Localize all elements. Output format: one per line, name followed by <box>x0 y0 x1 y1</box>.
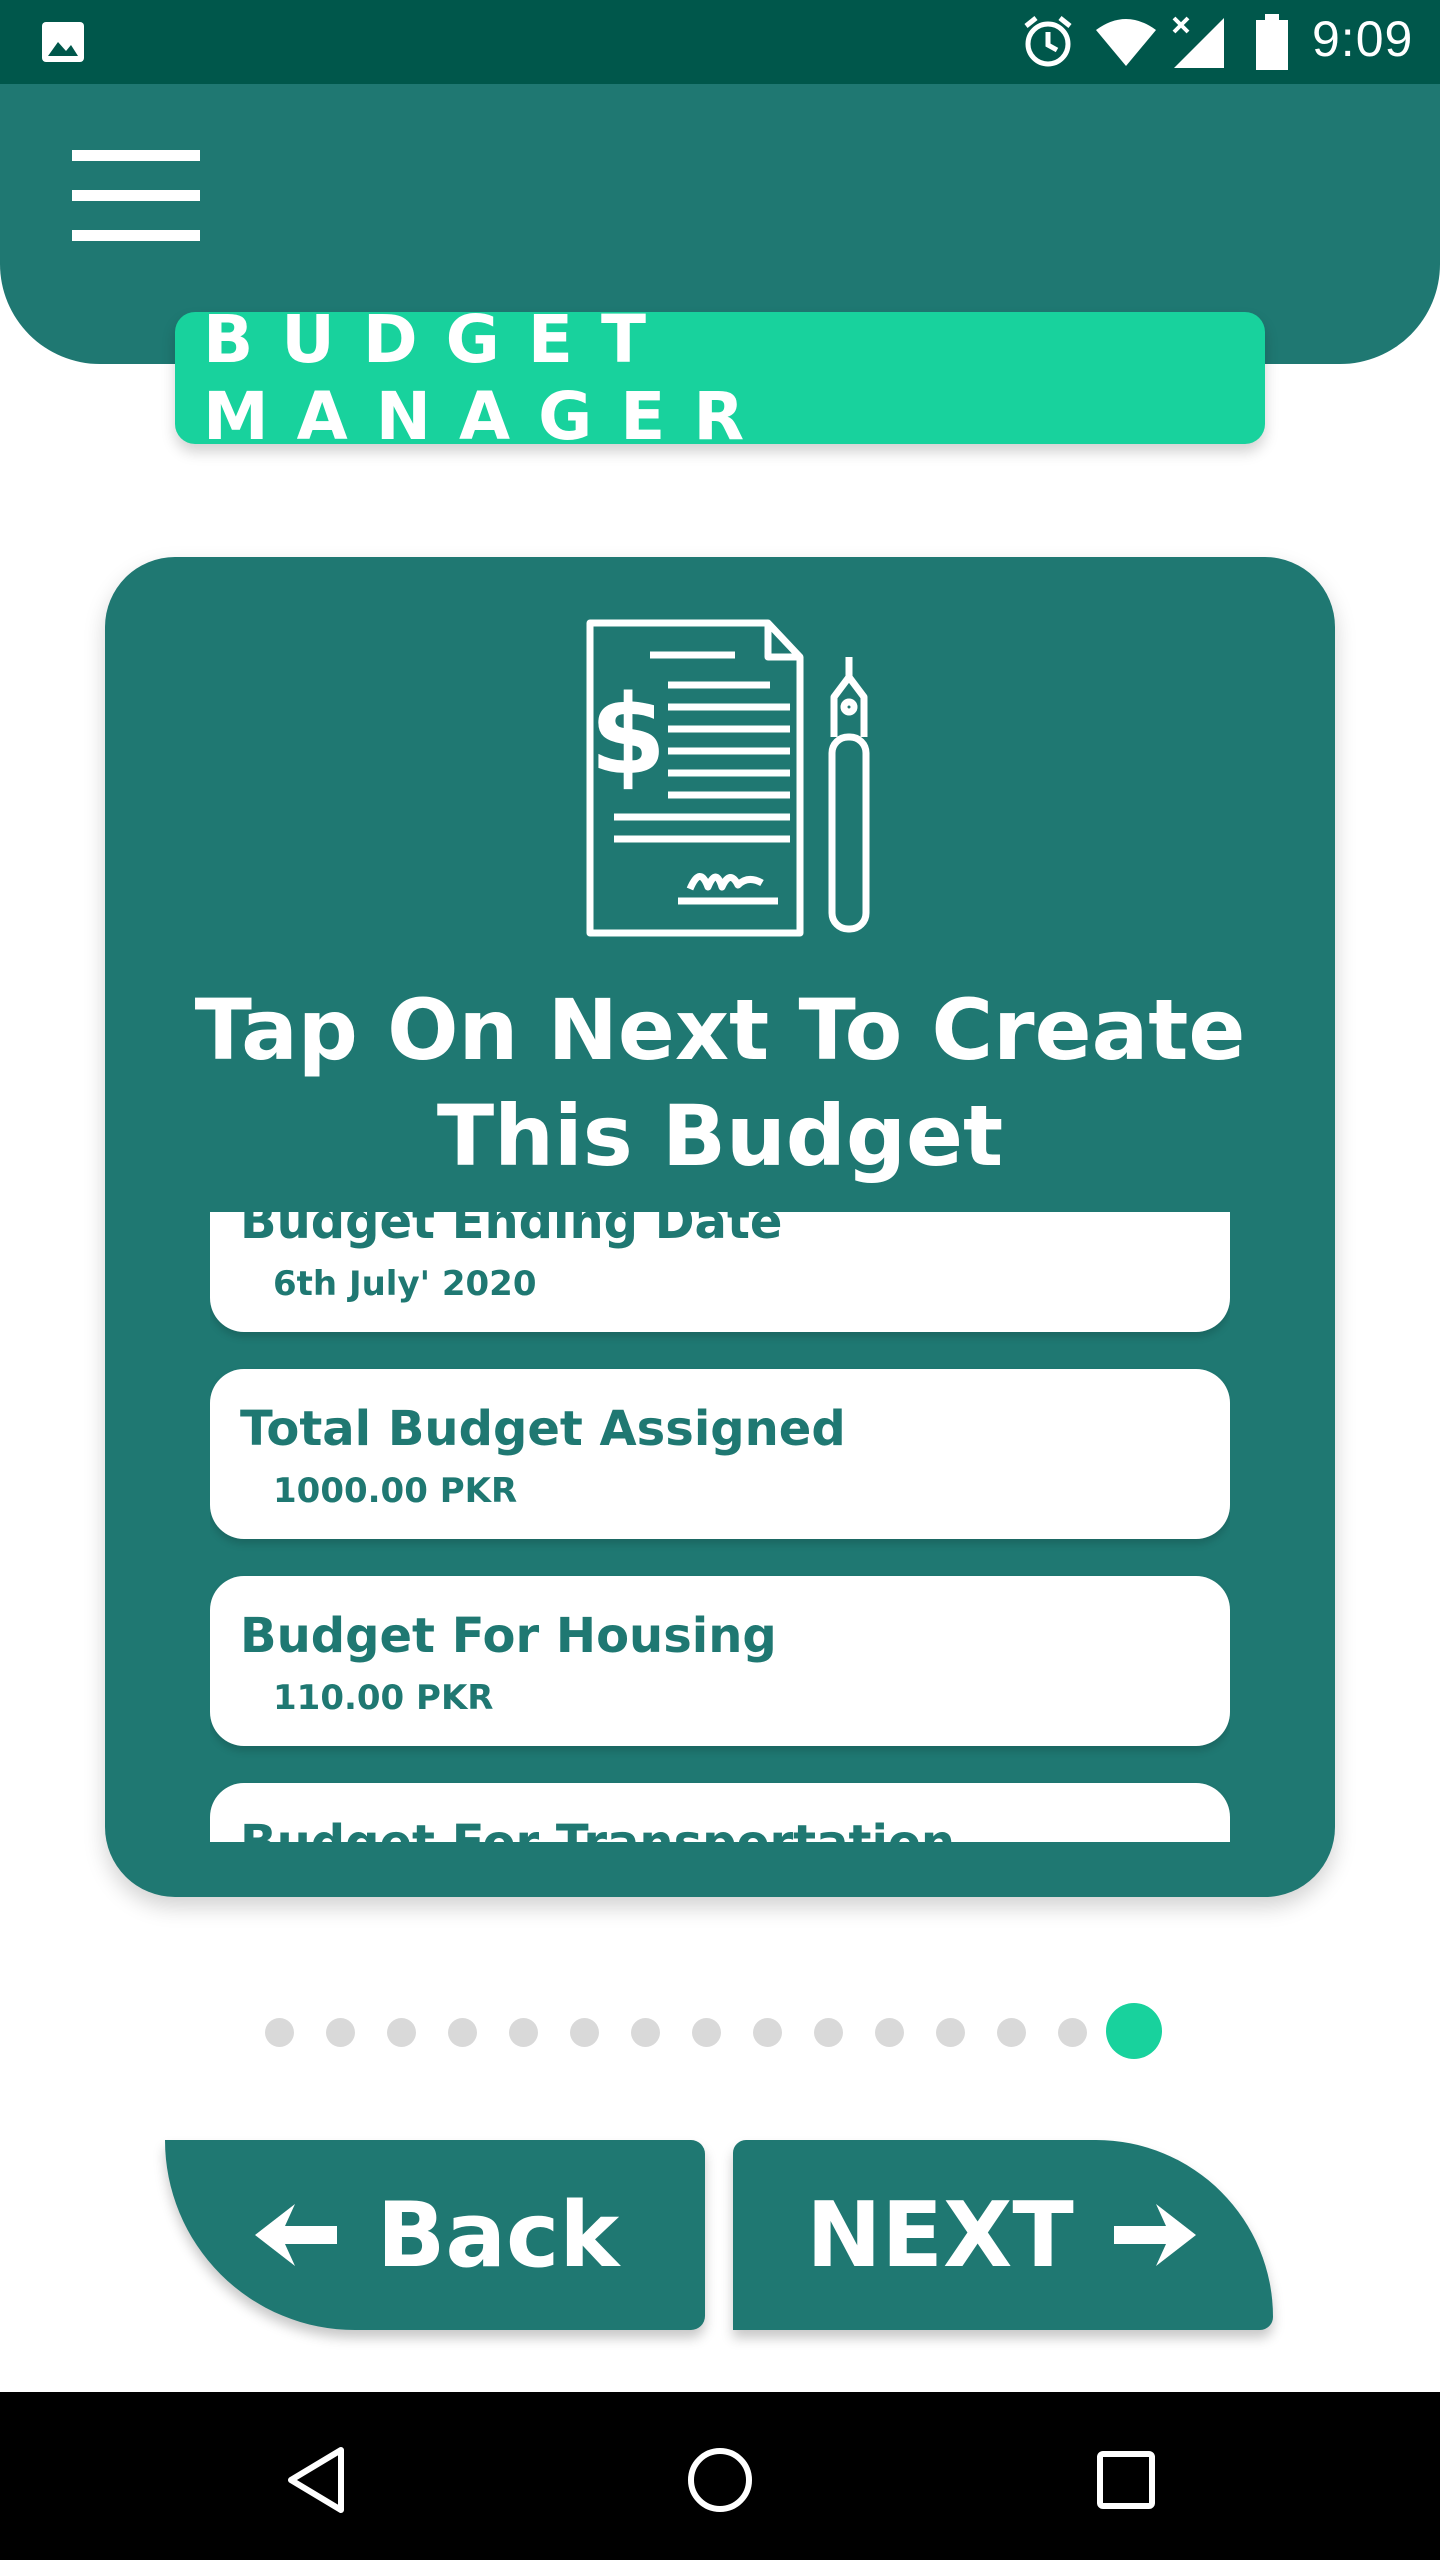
arrow-left-icon <box>254 2204 337 2266</box>
page-dot <box>448 2018 477 2047</box>
app-title: BUDGET MANAGER <box>203 301 773 455</box>
item-label: Total Budget Assigned <box>240 1401 846 1457</box>
next-button[interactable]: NEXT <box>733 2140 1273 2330</box>
item-label: Budget Ending Date <box>240 1212 783 1250</box>
back-button-label: Back <box>376 2182 620 2288</box>
page-dot <box>814 2018 843 2047</box>
app-title-badge: BUDGET MANAGER <box>175 301 1265 455</box>
alarm-icon <box>1024 16 1072 67</box>
hamburger-menu-icon[interactable] <box>72 150 202 241</box>
back-button[interactable]: Back <box>165 2140 705 2330</box>
list-item: Budget For Housing 110.00 PKR <box>210 1576 1230 1746</box>
page-dot <box>936 2018 965 2047</box>
list-item: Total Budget Assigned 1000.00 PKR <box>210 1369 1230 1539</box>
item-label: Budget For Housing <box>240 1608 777 1664</box>
battery-icon <box>1256 14 1288 70</box>
page-dot <box>387 2018 416 2047</box>
page-dot <box>1058 2018 1087 2047</box>
page-dot <box>265 2018 294 2047</box>
page-dot <box>997 2018 1026 2047</box>
budget-document-pen-icon: $ <box>586 619 870 937</box>
next-button-label: NEXT <box>806 2182 1074 2288</box>
page-dot <box>875 2018 904 2047</box>
item-label: Budget For Transportation <box>240 1815 955 1842</box>
page-dot <box>326 2018 355 2047</box>
status-bar: 9:09 <box>0 0 1440 84</box>
image-icon <box>42 22 84 62</box>
back-triangle-icon[interactable] <box>285 2446 347 2514</box>
item-value: 110.00 PKR <box>273 1678 494 1718</box>
arrow-right-icon <box>1113 2204 1196 2266</box>
list-item: Budget For Transportation <box>210 1783 1230 1842</box>
home-circle-icon[interactable] <box>686 2446 754 2514</box>
page-dot <box>631 2018 660 2047</box>
summary-card: $ Tap On Next To Create This Budget Budg… <box>105 557 1335 1897</box>
page-dot <box>570 2018 599 2047</box>
card-title: Tap On Next To Create This Budget <box>194 981 1246 1185</box>
status-time: 9:09 <box>1312 11 1414 67</box>
page-dot <box>509 2018 538 2047</box>
system-nav-bar <box>0 2392 1440 2560</box>
wifi-icon <box>1096 19 1156 66</box>
list-item: Budget Ending Date 6th July' 2020 <box>210 1212 1230 1332</box>
signal-icon <box>1172 16 1224 68</box>
item-value: 1000.00 PKR <box>273 1471 518 1511</box>
item-value: 6th July' 2020 <box>273 1264 537 1304</box>
page-dot <box>692 2018 721 2047</box>
budget-summary-list[interactable]: Budget Ending Date 6th July' 2020 Total … <box>210 1212 1230 1842</box>
page-dot-active <box>1106 2003 1162 2059</box>
page-dot <box>753 2018 782 2047</box>
recents-square-icon[interactable] <box>1096 2450 1156 2510</box>
svg-text:$: $ <box>590 671 667 799</box>
